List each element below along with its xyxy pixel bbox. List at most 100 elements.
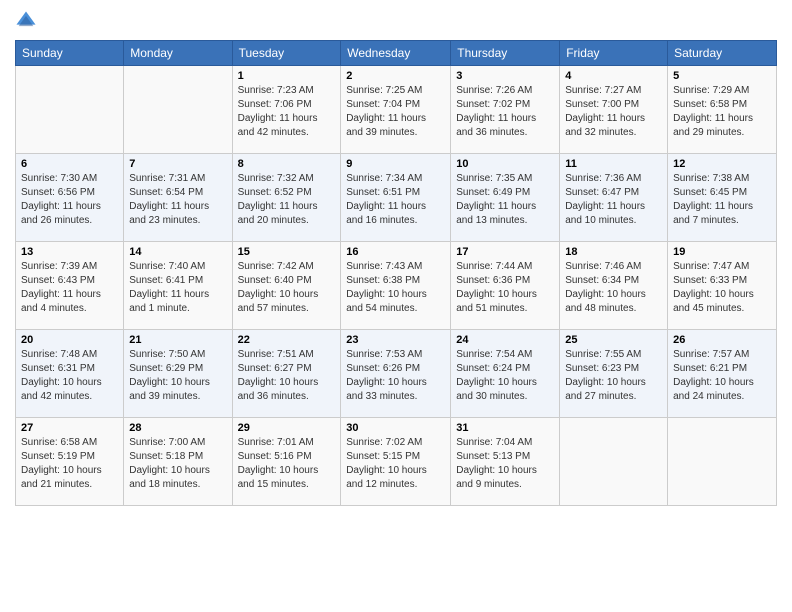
calendar-cell	[668, 418, 777, 506]
week-row-5: 27Sunrise: 6:58 AM Sunset: 5:19 PM Dayli…	[16, 418, 777, 506]
day-number: 9	[346, 158, 445, 170]
calendar-cell: 28 Sunrise: 7:00 AM Sunset: 5:18 PM Dayli…	[124, 418, 232, 506]
calendar-cell: 11 Sunrise: 7:36 AM Sunset: 6:47 PM Dayli…	[560, 154, 668, 242]
day-number: 10	[456, 158, 554, 170]
day-info: Sunrise: 7:46 AM Sunset: 6:34 PM Dayligh…	[565, 260, 662, 316]
calendar-cell	[560, 418, 668, 506]
day-info: Sunrise: 7:02 AM Sunset: 5:15 PM Dayligh…	[346, 436, 445, 492]
day-info: Sunrise: 7:26 AM Sunset: 7:02 PM Dayligh…	[456, 84, 554, 140]
calendar-cell: 2 Sunrise: 7:25 AM Sunset: 7:04 PM Daylig…	[341, 66, 451, 154]
day-number: 16	[346, 246, 445, 258]
day-number: 7	[129, 158, 226, 170]
calendar-cell: 6 Sunrise: 7:30 AM Sunset: 6:56 PM Daylig…	[16, 154, 124, 242]
header	[15, 10, 777, 32]
day-info: Sunrise: 7:42 AM Sunset: 6:40 PM Dayligh…	[238, 260, 336, 316]
col-header-tuesday: Tuesday	[232, 41, 341, 66]
calendar-cell: 26Sunrise: 7:57 AM Sunset: 6:21 PM Dayli…	[668, 330, 777, 418]
day-number: 5	[673, 70, 771, 82]
day-info: Sunrise: 7:35 AM Sunset: 6:49 PM Dayligh…	[456, 172, 554, 228]
day-info: Sunrise: 7:51 AM Sunset: 6:27 PM Dayligh…	[238, 348, 336, 404]
day-info: Sunrise: 7:36 AM Sunset: 6:47 PM Dayligh…	[565, 172, 662, 228]
calendar-cell: 23Sunrise: 7:53 AM Sunset: 6:26 PM Dayli…	[341, 330, 451, 418]
day-number: 1	[238, 70, 336, 82]
day-number: 12	[673, 158, 771, 170]
day-info: Sunrise: 7:40 AM Sunset: 6:41 PM Dayligh…	[129, 260, 226, 316]
day-info: Sunrise: 7:30 AM Sunset: 6:56 PM Dayligh…	[21, 172, 118, 228]
calendar-cell: 14Sunrise: 7:40 AM Sunset: 6:41 PM Dayli…	[124, 242, 232, 330]
day-info: Sunrise: 7:55 AM Sunset: 6:23 PM Dayligh…	[565, 348, 662, 404]
calendar-cell: 31 Sunrise: 7:04 AM Sunset: 5:13 PM Dayli…	[451, 418, 560, 506]
day-number: 15	[238, 246, 336, 258]
calendar-cell: 20 Sunrise: 7:48 AM Sunset: 6:31 PM Dayli…	[16, 330, 124, 418]
col-header-saturday: Saturday	[668, 41, 777, 66]
calendar-cell: 5 Sunrise: 7:29 AM Sunset: 6:58 PM Daylig…	[668, 66, 777, 154]
calendar-cell: 15 Sunrise: 7:42 AM Sunset: 6:40 PM Dayli…	[232, 242, 341, 330]
calendar-cell: 16 Sunrise: 7:43 AM Sunset: 6:38 PM Dayli…	[341, 242, 451, 330]
calendar-table: SundayMondayTuesdayWednesdayThursdayFrid…	[15, 40, 777, 506]
day-number: 26	[673, 334, 771, 346]
day-info: Sunrise: 7:04 AM Sunset: 5:13 PM Dayligh…	[456, 436, 554, 492]
logo	[15, 10, 39, 32]
day-info: Sunrise: 7:54 AM Sunset: 6:24 PM Dayligh…	[456, 348, 554, 404]
day-info: Sunrise: 7:31 AM Sunset: 6:54 PM Dayligh…	[129, 172, 226, 228]
day-number: 6	[21, 158, 118, 170]
day-number: 4	[565, 70, 662, 82]
calendar-cell: 25 Sunrise: 7:55 AM Sunset: 6:23 PM Dayli…	[560, 330, 668, 418]
calendar-cell: 9 Sunrise: 7:34 AM Sunset: 6:51 PM Daylig…	[341, 154, 451, 242]
calendar-cell: 10 Sunrise: 7:35 AM Sunset: 6:49 PM Dayli…	[451, 154, 560, 242]
day-number: 11	[565, 158, 662, 170]
day-info: Sunrise: 7:29 AM Sunset: 6:58 PM Dayligh…	[673, 84, 771, 140]
calendar-cell: 18 Sunrise: 7:46 AM Sunset: 6:34 PM Dayli…	[560, 242, 668, 330]
calendar-cell: 29 Sunrise: 7:01 AM Sunset: 5:16 PM Dayli…	[232, 418, 341, 506]
week-row-1: 1 Sunrise: 7:23 AM Sunset: 7:06 PM Daylig…	[16, 66, 777, 154]
day-number: 27	[21, 422, 118, 434]
day-info: Sunrise: 7:48 AM Sunset: 6:31 PM Dayligh…	[21, 348, 118, 404]
day-number: 18	[565, 246, 662, 258]
day-info: Sunrise: 7:34 AM Sunset: 6:51 PM Dayligh…	[346, 172, 445, 228]
calendar-cell: 4 Sunrise: 7:27 AM Sunset: 7:00 PM Daylig…	[560, 66, 668, 154]
day-info: Sunrise: 7:47 AM Sunset: 6:33 PM Dayligh…	[673, 260, 771, 316]
day-info: Sunrise: 7:25 AM Sunset: 7:04 PM Dayligh…	[346, 84, 445, 140]
day-number: 29	[238, 422, 336, 434]
day-number: 20	[21, 334, 118, 346]
col-header-wednesday: Wednesday	[341, 41, 451, 66]
col-header-thursday: Thursday	[451, 41, 560, 66]
calendar-cell: 13 Sunrise: 7:39 AM Sunset: 6:43 PM Dayli…	[16, 242, 124, 330]
day-number: 17	[456, 246, 554, 258]
day-info: Sunrise: 7:39 AM Sunset: 6:43 PM Dayligh…	[21, 260, 118, 316]
logo-icon	[15, 10, 37, 32]
day-number: 13	[21, 246, 118, 258]
calendar-cell: 30 Sunrise: 7:02 AM Sunset: 5:15 PM Dayli…	[341, 418, 451, 506]
day-number: 2	[346, 70, 445, 82]
day-number: 25	[565, 334, 662, 346]
calendar-cell	[16, 66, 124, 154]
col-header-monday: Monday	[124, 41, 232, 66]
day-number: 30	[346, 422, 445, 434]
col-header-friday: Friday	[560, 41, 668, 66]
day-info: Sunrise: 7:43 AM Sunset: 6:38 PM Dayligh…	[346, 260, 445, 316]
day-info: Sunrise: 7:27 AM Sunset: 7:00 PM Dayligh…	[565, 84, 662, 140]
day-info: Sunrise: 7:01 AM Sunset: 5:16 PM Dayligh…	[238, 436, 336, 492]
calendar-cell	[124, 66, 232, 154]
day-info: Sunrise: 7:38 AM Sunset: 6:45 PM Dayligh…	[673, 172, 771, 228]
calendar-cell: 19 Sunrise: 7:47 AM Sunset: 6:33 PM Dayli…	[668, 242, 777, 330]
day-info: Sunrise: 7:44 AM Sunset: 6:36 PM Dayligh…	[456, 260, 554, 316]
day-info: Sunrise: 7:00 AM Sunset: 5:18 PM Dayligh…	[129, 436, 226, 492]
day-number: 23	[346, 334, 445, 346]
day-number: 21	[129, 334, 226, 346]
calendar-cell: 3 Sunrise: 7:26 AM Sunset: 7:02 PM Daylig…	[451, 66, 560, 154]
day-info: Sunrise: 7:32 AM Sunset: 6:52 PM Dayligh…	[238, 172, 336, 228]
calendar-cell: 12 Sunrise: 7:38 AM Sunset: 6:45 PM Dayli…	[668, 154, 777, 242]
week-row-3: 13 Sunrise: 7:39 AM Sunset: 6:43 PM Dayli…	[16, 242, 777, 330]
calendar-cell: 1 Sunrise: 7:23 AM Sunset: 7:06 PM Daylig…	[232, 66, 341, 154]
day-number: 31	[456, 422, 554, 434]
calendar-cell: 21Sunrise: 7:50 AM Sunset: 6:29 PM Dayli…	[124, 330, 232, 418]
day-number: 19	[673, 246, 771, 258]
day-info: Sunrise: 7:23 AM Sunset: 7:06 PM Dayligh…	[238, 84, 336, 140]
day-number: 3	[456, 70, 554, 82]
col-header-sunday: Sunday	[16, 41, 124, 66]
day-number: 28	[129, 422, 226, 434]
week-row-4: 20 Sunrise: 7:48 AM Sunset: 6:31 PM Dayli…	[16, 330, 777, 418]
calendar-cell: 17 Sunrise: 7:44 AM Sunset: 6:36 PM Dayli…	[451, 242, 560, 330]
week-row-2: 6 Sunrise: 7:30 AM Sunset: 6:56 PM Daylig…	[16, 154, 777, 242]
